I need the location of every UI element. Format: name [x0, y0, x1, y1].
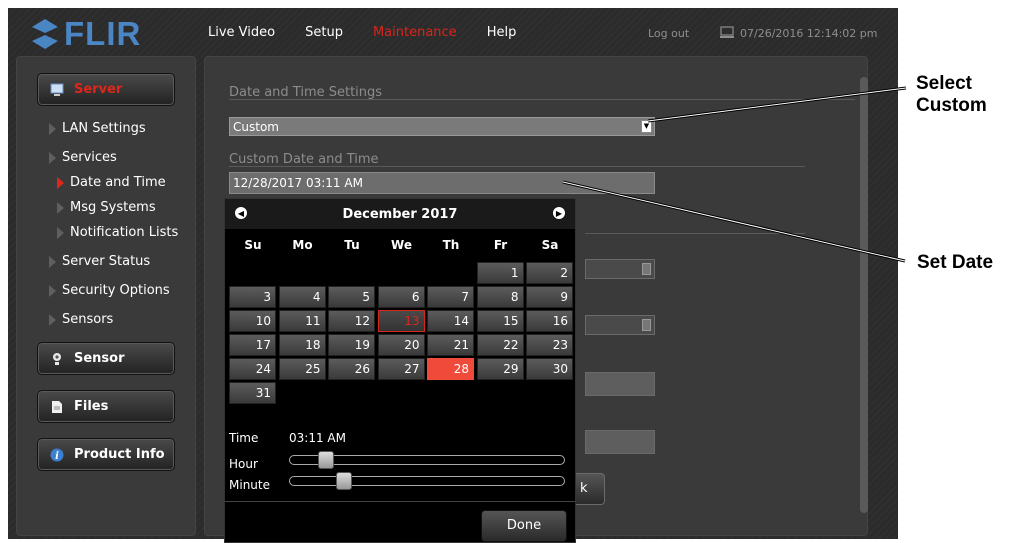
annotation-set-date: Set Date [917, 252, 994, 273]
annotation-lines [562, 86, 907, 263]
annotation-select-custom: Select Custom [916, 73, 987, 116]
